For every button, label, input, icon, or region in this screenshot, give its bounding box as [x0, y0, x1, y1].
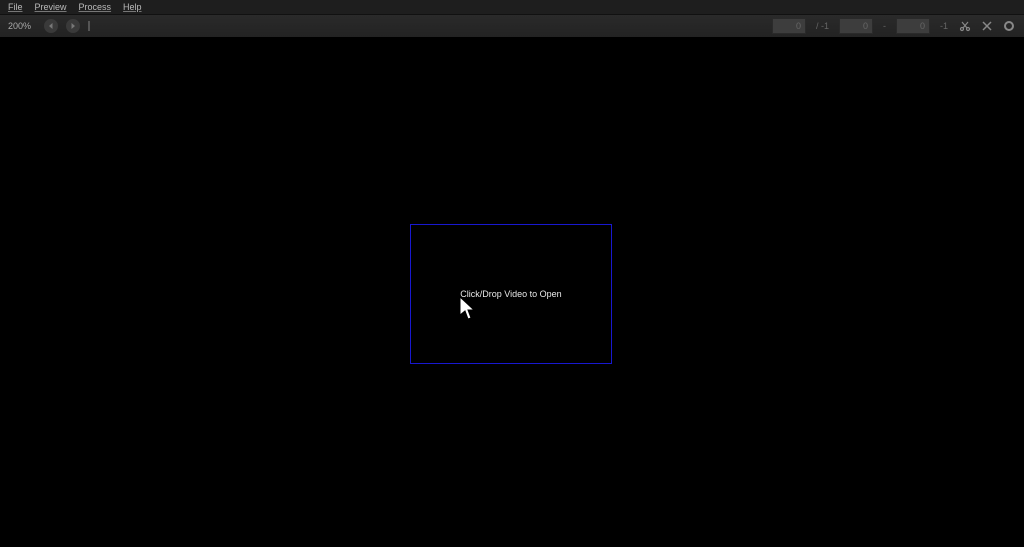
frame-input-c[interactable]: 0 [896, 18, 930, 34]
menu-process[interactable]: Process [79, 2, 112, 12]
menu-file[interactable]: File [8, 2, 23, 12]
menu-help[interactable]: Help [123, 2, 142, 12]
frame-total-label: / -1 [816, 21, 829, 31]
frame-input-b[interactable]: 0 [839, 18, 873, 34]
record-icon[interactable] [1002, 19, 1016, 33]
range-end-label: -1 [940, 21, 948, 31]
range-dash: - [883, 21, 886, 31]
menu-bar: File Preview Process Help [0, 0, 1024, 14]
step-back-button[interactable] [44, 19, 58, 33]
video-drop-zone[interactable]: Click/Drop Video to Open [410, 224, 612, 364]
menu-preview[interactable]: Preview [35, 2, 67, 12]
video-canvas: Click/Drop Video to Open [0, 38, 1024, 547]
zoom-level[interactable]: 200% [8, 21, 36, 31]
toolbar-divider [88, 21, 90, 31]
close-icon[interactable] [980, 19, 994, 33]
step-forward-button[interactable] [66, 19, 80, 33]
cut-icon[interactable] [958, 19, 972, 33]
frame-input-a[interactable]: 0 [772, 18, 806, 34]
toolbar: 200% 0 / -1 0 - 0 -1 [0, 14, 1024, 38]
drop-zone-label: Click/Drop Video to Open [460, 289, 561, 299]
